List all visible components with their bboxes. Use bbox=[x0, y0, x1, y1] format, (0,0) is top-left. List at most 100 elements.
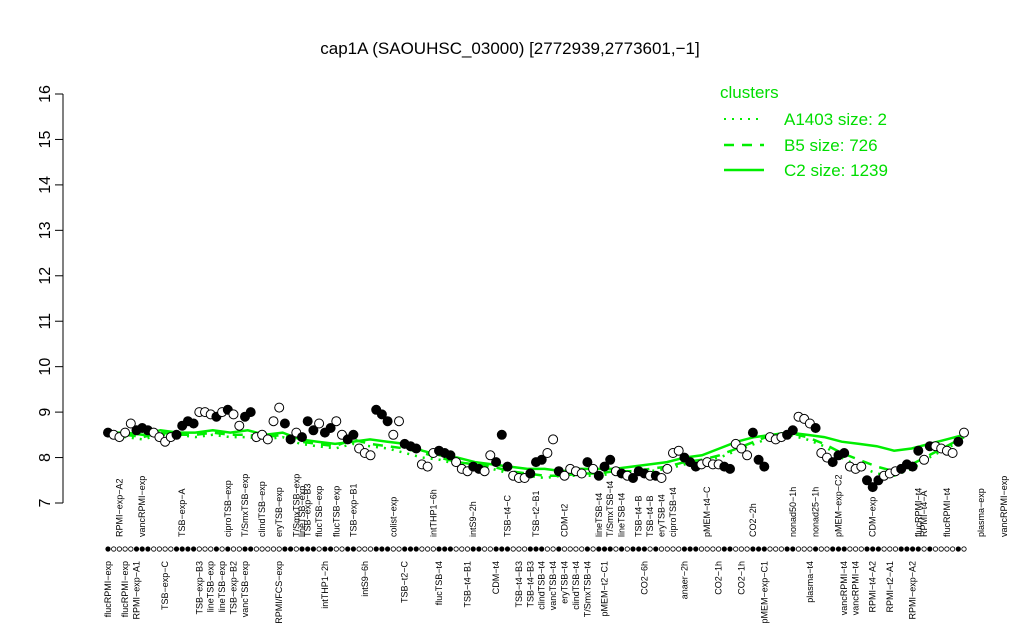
condition-label-top: CDM−exp bbox=[868, 497, 878, 537]
rug-marker bbox=[287, 546, 294, 552]
rug-marker bbox=[282, 546, 288, 552]
rug-marker bbox=[961, 546, 967, 552]
rug-marker bbox=[527, 546, 533, 552]
condition-label-top: flucTSB−exp bbox=[331, 486, 341, 537]
rug-marker bbox=[185, 546, 191, 552]
condition-label-bottom: flucRPMI−exp bbox=[120, 561, 130, 617]
rug-marker bbox=[327, 546, 334, 552]
rug-marker bbox=[453, 546, 459, 552]
condition-label-top: plasma−exp bbox=[976, 488, 986, 537]
data-point bbox=[953, 436, 964, 447]
condition-label-top: ciproTSB−t4 bbox=[668, 487, 678, 537]
rug-marker bbox=[248, 546, 254, 552]
rug-marker bbox=[116, 546, 123, 552]
rug-marker bbox=[596, 546, 602, 552]
rug-marker bbox=[704, 546, 710, 552]
condition-label-top: vancRPMI−exp bbox=[137, 476, 147, 537]
condition-label-bottom: plasma−t4 bbox=[805, 561, 815, 603]
rug-marker bbox=[601, 546, 608, 552]
rug-marker bbox=[607, 546, 613, 552]
rug-marker bbox=[173, 546, 180, 552]
rug-marker bbox=[915, 546, 921, 552]
rug-marker bbox=[550, 546, 556, 552]
rug-marker bbox=[727, 546, 733, 552]
rug-marker bbox=[778, 546, 785, 552]
y-tick-label: 9 bbox=[37, 408, 54, 417]
condition-label-top: flucRPMI−t4 bbox=[942, 488, 952, 537]
rug-marker bbox=[624, 546, 630, 552]
rug-marker bbox=[122, 546, 128, 552]
data-point bbox=[491, 457, 502, 468]
rug-marker bbox=[156, 546, 162, 552]
rug-marker bbox=[693, 546, 699, 552]
rug-marker bbox=[493, 546, 499, 552]
rug-marker bbox=[213, 546, 219, 552]
condition-label-bottom: clindTSB−t4 bbox=[571, 561, 581, 610]
condition-label-top: eryTSB−exp bbox=[274, 487, 284, 537]
rug-marker bbox=[932, 546, 939, 552]
condition-label-top: CO2−2h bbox=[748, 503, 758, 537]
chart-title: cap1A (SAOUHSC_03000) [2772939,2773601,−… bbox=[320, 39, 699, 58]
condition-label-bottom: intS9−6h bbox=[360, 561, 370, 597]
data-point bbox=[856, 461, 867, 472]
data-point bbox=[605, 454, 616, 465]
condition-label-bottom: vancRPMI−t4 bbox=[839, 561, 849, 615]
condition-label-top: RPMI−exp−A2 bbox=[114, 478, 124, 537]
rug-marker bbox=[801, 546, 807, 552]
legend-label-b5: B5 size: 726 bbox=[784, 136, 878, 155]
data-point bbox=[382, 416, 393, 427]
data-point bbox=[810, 423, 821, 433]
data-point bbox=[759, 461, 770, 472]
rug-marker bbox=[544, 546, 551, 552]
condition-labels-bottom: flucRPMI−exp flucRPMI−exp RPMI−exp−A1 TSB−e… bbox=[103, 561, 918, 624]
rug-marker bbox=[145, 546, 151, 552]
rug-marker bbox=[721, 546, 727, 552]
rug-marker bbox=[927, 546, 933, 552]
rug-marker bbox=[424, 546, 431, 552]
condition-label-top: TSB−t2−B1 bbox=[531, 490, 541, 537]
legend-label-c2: C2 size: 1239 bbox=[784, 161, 888, 180]
y-axis: 7 8 9 10 11 12 13 14 15 16 bbox=[37, 85, 64, 507]
y-tick-label: 10 bbox=[37, 358, 54, 376]
rug-marker bbox=[259, 546, 265, 552]
rug-marker bbox=[139, 546, 145, 552]
data-point bbox=[479, 466, 490, 477]
rug-marker bbox=[316, 546, 322, 552]
data-point bbox=[496, 429, 507, 440]
rug-marker bbox=[133, 546, 140, 552]
condition-label-top: vancRPMI−exp bbox=[999, 476, 1009, 537]
rug-marker bbox=[795, 546, 802, 552]
rug-marker bbox=[641, 546, 648, 552]
data-point bbox=[576, 468, 587, 479]
rug-marker bbox=[921, 546, 927, 552]
rug-marker bbox=[738, 546, 745, 552]
data-point bbox=[120, 427, 131, 438]
condition-label-bottom: TSB−t4−B3 bbox=[525, 561, 535, 608]
rug-marker bbox=[909, 546, 916, 552]
rug-marker bbox=[402, 546, 408, 552]
rug-marker bbox=[892, 546, 899, 552]
condition-label-top: TSB−exp−B3 bbox=[303, 483, 313, 537]
rug-marker bbox=[436, 546, 442, 552]
rug-marker bbox=[510, 546, 516, 552]
condition-label-bottom: RPMI/FCS−exp bbox=[274, 561, 284, 624]
rug-marker bbox=[664, 546, 670, 552]
rug-marker bbox=[516, 546, 522, 552]
rug-marker bbox=[556, 546, 562, 552]
rug-marker bbox=[253, 546, 259, 552]
rug-marker bbox=[322, 546, 328, 552]
condition-label-bottom: TSB−t4−B3 bbox=[514, 561, 524, 608]
y-tick-label: 11 bbox=[37, 313, 54, 330]
legend-label-a1403: A1403 size: 2 bbox=[784, 110, 887, 129]
rug-marker bbox=[413, 546, 419, 552]
rug-marker bbox=[379, 546, 385, 552]
rug-marker bbox=[447, 546, 453, 552]
data-point bbox=[919, 454, 930, 465]
rug-marker bbox=[230, 546, 237, 552]
rug-marker bbox=[168, 546, 174, 552]
rug-marker bbox=[824, 546, 830, 552]
condition-label-bottom: CO2−1h bbox=[714, 561, 724, 595]
rug-marker bbox=[841, 546, 847, 552]
condition-label-bottom: RPMI−t2−A1 bbox=[885, 561, 895, 613]
rug-marker bbox=[755, 546, 762, 552]
